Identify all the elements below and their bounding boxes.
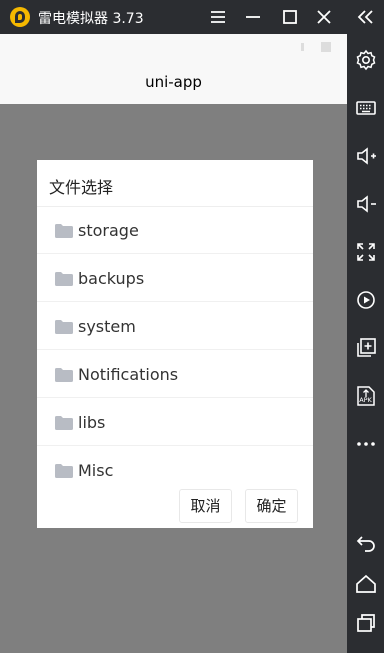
apk-install-icon[interactable]: APK	[354, 384, 378, 408]
folder-label: Misc	[78, 461, 114, 480]
folder-item-storage[interactable]: storage	[37, 208, 313, 254]
folder-icon	[55, 416, 73, 430]
status-bar	[0, 34, 347, 60]
svg-text:APK: APK	[359, 396, 372, 404]
minimize-icon[interactable]	[240, 4, 266, 30]
folder-label: system	[78, 317, 136, 336]
folder-item-libs[interactable]: libs	[37, 400, 313, 446]
folder-label: libs	[78, 413, 106, 432]
more-icon[interactable]	[354, 432, 378, 456]
maximize-icon[interactable]	[277, 4, 303, 30]
folder-icon	[55, 272, 73, 286]
screen-record-icon[interactable]	[354, 288, 378, 312]
folder-label: storage	[78, 221, 139, 240]
folder-icon	[55, 368, 73, 382]
hamburger-menu-icon[interactable]	[205, 4, 231, 30]
emulator-titlebar: 雷电模拟器 3.73	[0, 0, 384, 34]
emulator-sidebar: APK	[347, 34, 384, 653]
volume-up-icon[interactable]	[354, 144, 378, 168]
folder-label: backups	[78, 269, 145, 288]
ldplayer-logo-icon	[10, 7, 30, 27]
keyboard-icon[interactable]	[354, 96, 378, 120]
folder-icon	[55, 464, 73, 478]
home-icon[interactable]	[354, 572, 378, 596]
fullscreen-icon[interactable]	[354, 240, 378, 264]
folder-item-backups[interactable]: backups	[37, 256, 313, 302]
divider	[37, 206, 313, 207]
folder-item-notifications[interactable]: Notifications	[37, 352, 313, 398]
dialog-title: 文件选择	[49, 178, 114, 197]
cancel-button[interactable]: 取消	[179, 489, 232, 523]
confirm-button[interactable]: 确定	[245, 489, 298, 523]
recent-apps-icon[interactable]	[354, 611, 378, 635]
status-icons	[301, 42, 331, 52]
folder-label: Notifications	[78, 365, 179, 384]
gear-icon[interactable]	[354, 48, 378, 72]
back-icon[interactable]	[354, 531, 378, 555]
folder-item-misc[interactable]: Misc	[37, 448, 313, 480]
add-window-icon[interactable]	[354, 336, 378, 360]
folder-list[interactable]: storage backups system Notifications lib…	[37, 208, 313, 480]
folder-item-system[interactable]: system	[37, 304, 313, 350]
volume-down-icon[interactable]	[354, 192, 378, 216]
app-navbar: uni-app	[0, 60, 347, 104]
app-title: 雷电模拟器 3.73	[38, 11, 144, 27]
file-picker-dialog: 文件选择 storage backups system Notification…	[37, 160, 313, 528]
double-chevron-left-icon[interactable]	[352, 4, 378, 30]
folder-icon	[55, 320, 73, 334]
nav-title: uni-app	[145, 73, 202, 91]
folder-icon	[55, 224, 73, 238]
close-icon[interactable]	[311, 4, 337, 30]
